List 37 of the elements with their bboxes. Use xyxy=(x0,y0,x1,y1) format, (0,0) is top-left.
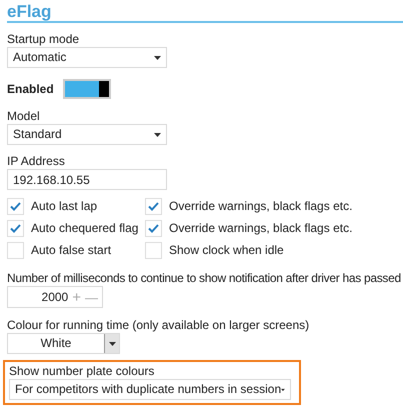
dropdown-value: White xyxy=(40,335,72,352)
checkbox-label: Auto last lap xyxy=(31,199,98,214)
checkbox-label: Auto chequered flag xyxy=(31,221,138,236)
field-label: Model xyxy=(7,109,41,124)
caret-icon xyxy=(281,388,285,392)
checkbox-label: Override warnings, black flags etc. xyxy=(169,221,352,236)
checkbox-label: Show clock when idle xyxy=(169,243,284,258)
checkbox[interactable] xyxy=(145,242,162,259)
dropdown[interactable]: Standard xyxy=(7,124,167,145)
field-label: Startup mode xyxy=(7,32,80,47)
caret-icon xyxy=(108,342,116,346)
caret-icon xyxy=(154,56,161,60)
dropdown[interactable]: Automatic xyxy=(7,47,167,68)
checkbox[interactable] xyxy=(7,242,24,259)
toggle-switch[interactable] xyxy=(62,79,111,99)
checkbox[interactable] xyxy=(145,220,162,237)
checkbox-label: Auto false start xyxy=(31,243,112,258)
field-label: Number of milliseconds to continue to show notification after driver has passed xyxy=(7,271,402,286)
checkbox-label: Override warnings, black flags etc. xyxy=(169,199,352,214)
enabled-label: Enabled xyxy=(7,82,54,96)
checkbox[interactable] xyxy=(145,198,162,215)
dropdown-button[interactable] xyxy=(104,334,119,353)
colour-dropdown[interactable]: White xyxy=(7,333,120,354)
field-label: Show number plate colours xyxy=(9,364,156,379)
checkmark-icon xyxy=(148,202,159,211)
field-label: IP Address xyxy=(7,154,66,169)
ip-address-field[interactable]: 192.168.10.55 xyxy=(7,169,167,190)
dropdown[interactable]: For competitors with duplicate numbers in session xyxy=(9,379,291,400)
checkmark-icon xyxy=(10,202,21,211)
checkbox[interactable] xyxy=(7,198,24,215)
checkbox[interactable] xyxy=(7,220,24,237)
spinner-value: 2000 xyxy=(42,290,68,304)
checkmark-icon xyxy=(148,224,159,233)
section-title: eFlag xyxy=(7,2,52,21)
field-label: Colour for running time (only available on larger screens) xyxy=(7,318,310,333)
caret-icon xyxy=(154,132,161,136)
checkmark-icon xyxy=(10,224,21,233)
